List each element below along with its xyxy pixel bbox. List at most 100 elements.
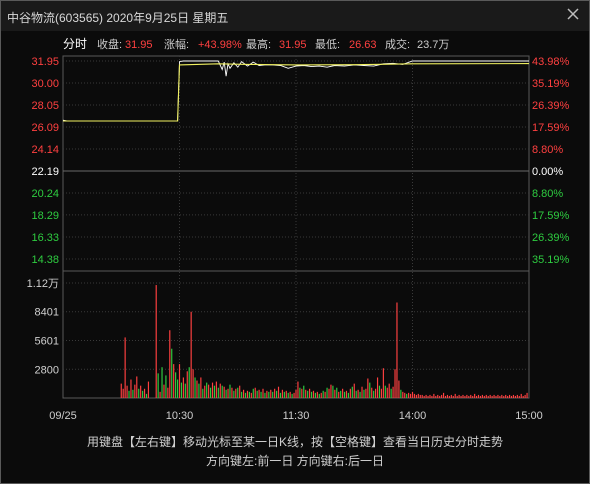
volume-bar: [462, 394, 464, 398]
tab-fenshi[interactable]: 分时: [63, 37, 87, 51]
volume-bar: [316, 391, 318, 398]
volume-bar: [483, 395, 485, 398]
volume-bar: [371, 387, 373, 398]
volume-bar: [359, 391, 361, 398]
price-tick-label: 30.00: [31, 78, 59, 90]
volume-bar: [178, 364, 181, 398]
info-bar: 分时 收盘: 31.95 涨幅: +43.98% 最高: 31.95 最低: 2…: [63, 37, 449, 51]
volume-bar: [406, 393, 408, 398]
volume-bar: [258, 389, 260, 398]
volume-bar: [375, 388, 377, 398]
volume-bar: [402, 391, 404, 398]
volume-bar: [380, 388, 383, 398]
volume-bar: [322, 390, 324, 398]
volume-bar: [254, 387, 256, 398]
volume-bar: [274, 388, 276, 398]
volume-bar: [244, 392, 247, 398]
volume-bar: [309, 388, 311, 398]
volume-bar: [338, 391, 340, 398]
volume-bar: [326, 387, 328, 398]
volume-bar: [485, 394, 487, 398]
volume-bar: [213, 385, 216, 398]
volume-bar: [169, 330, 171, 398]
volume-bars: [120, 285, 528, 399]
volume-bar: [233, 390, 235, 398]
volume-bar: [287, 392, 289, 398]
volume-bar: [318, 393, 320, 398]
percent-tick-label: 26.39%: [532, 100, 570, 112]
volume-bar: [126, 385, 128, 398]
volume-bar: [427, 395, 429, 398]
volume-bar: [361, 386, 363, 398]
volume-bar: [192, 369, 194, 398]
volume-bar: [157, 373, 159, 398]
volume-bar: [130, 379, 132, 398]
volume-bar: [340, 390, 342, 398]
volume-bar: [289, 391, 291, 398]
volume-bar: [507, 395, 509, 398]
low-value: 26.63: [349, 39, 377, 51]
price-tick-label: 16.33: [31, 232, 59, 244]
volume-bar: [512, 394, 515, 398]
volume-tick-label: 2800: [35, 364, 59, 376]
volume-bar: [396, 302, 398, 398]
volume-bar: [510, 395, 513, 398]
volume-bar: [392, 386, 394, 398]
volume-bar: [355, 390, 357, 398]
volume-bar: [279, 392, 282, 398]
volume-bar: [394, 369, 396, 398]
volume-bar: [328, 388, 330, 398]
volume-bar: [242, 389, 245, 398]
volume-bar: [163, 384, 165, 398]
volume-bar: [161, 367, 163, 398]
low-label: 最低:: [315, 38, 340, 51]
volume-bar: [433, 393, 435, 398]
volume-bar: [188, 367, 190, 398]
volume-bar: [215, 381, 217, 398]
volume-bar: [493, 394, 495, 398]
price-tick-label: 18.29: [31, 210, 59, 222]
volume-bar: [475, 395, 478, 398]
time-tick-label: 09/25: [49, 410, 77, 422]
volume-bar: [431, 395, 433, 398]
percent-tick-label: 43.98%: [532, 56, 570, 68]
volume-bar: [120, 383, 122, 399]
volume-bar: [503, 395, 505, 398]
volume-bar: [142, 390, 144, 398]
price-lines: [62, 60, 530, 122]
volume-bar: [373, 390, 375, 398]
volume-bar: [138, 388, 140, 398]
volume-bar: [312, 390, 315, 398]
volume-bar: [464, 395, 466, 398]
volume-bar: [491, 395, 493, 398]
volume-bar: [182, 377, 184, 398]
volume-bar: [314, 392, 316, 398]
time-tick-label: 14:00: [399, 410, 427, 422]
volume-bar: [520, 393, 522, 398]
volume-bar: [136, 376, 138, 398]
volume-bar: [497, 394, 499, 398]
volume-bar: [198, 383, 200, 399]
volume-bar: [509, 394, 511, 398]
window: 中谷物流(603565) 2020年9月25日 星期五 分时 收盘: 31.95…: [0, 0, 590, 484]
volume-bar: [444, 395, 447, 398]
volume-bar: [165, 375, 167, 398]
volume-bar: [384, 385, 386, 398]
volume-bar: [237, 387, 239, 398]
volume-bar: [388, 383, 390, 399]
volume-bar: [425, 394, 427, 398]
percent-tick-label: 8.80%: [532, 144, 563, 156]
volume-bar: [211, 382, 214, 398]
time-tick-label: 15:00: [515, 410, 543, 422]
volume-bar: [400, 389, 402, 398]
volume-bar: [268, 391, 270, 398]
time-tick-label: 10:30: [166, 410, 194, 422]
intraday-chart: 分时 收盘: 31.95 涨幅: +43.98% 最高: 31.95 最低: 2…: [27, 37, 570, 422]
volume-bar: [285, 390, 287, 398]
volume-bar: [229, 384, 231, 398]
volume-bar: [196, 380, 198, 398]
volume-bar: [468, 395, 470, 398]
volume-bar: [342, 388, 344, 398]
volume-bar: [470, 394, 472, 398]
volume-bar: [206, 382, 208, 398]
